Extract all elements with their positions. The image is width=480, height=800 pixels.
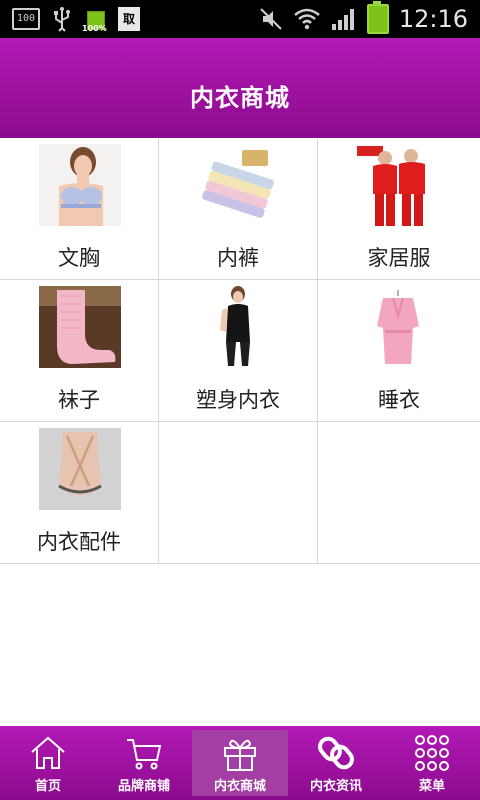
empty-cell: [159, 422, 318, 563]
nav-lingerie-news[interactable]: 内衣资讯: [288, 726, 384, 800]
bottom-nav: 首页 品牌商铺 内衣商城 内衣资讯 菜单: [0, 726, 480, 800]
nav-label: 内衣商城: [213, 779, 266, 794]
usb-icon: [54, 7, 70, 32]
nav-menu[interactable]: 菜单: [384, 726, 480, 800]
category-label: 文胸: [58, 246, 100, 270]
category-socks[interactable]: 袜子: [0, 280, 159, 421]
pajamas-photo-icon: [357, 286, 439, 368]
category-bra[interactable]: 文胸: [0, 138, 159, 279]
clock: 12:16: [398, 5, 468, 33]
nav-home[interactable]: 首页: [0, 726, 96, 800]
category-label: 塑身内衣: [196, 388, 280, 412]
category-panties[interactable]: 内裤: [159, 138, 318, 279]
nav-brand-shops[interactable]: 品牌商铺: [96, 726, 192, 800]
battery-full-icon: 100%: [82, 6, 107, 33]
app-header: 内衣商城: [0, 38, 480, 138]
wifi-icon: [294, 8, 320, 30]
cart-icon: [127, 739, 162, 770]
category-row: 袜子 塑身内衣 睡衣: [0, 280, 480, 422]
bra-photo-icon: [39, 144, 121, 226]
link-icon: [318, 736, 354, 770]
home-icon: [31, 736, 65, 769]
nav-label: 菜单: [418, 779, 445, 794]
nav-lingerie-mall[interactable]: 内衣商城: [192, 730, 288, 796]
category-label: 家居服: [367, 246, 431, 270]
signal-icon: [331, 9, 354, 30]
battery-icon: [366, 1, 389, 34]
nav-label: 内衣资讯: [309, 779, 362, 794]
homewear-photo-icon: [357, 144, 439, 226]
mute-icon: [260, 8, 282, 30]
category-grid: 文胸 内裤 家居服 袜子 塑身内衣 睡衣 内衣配件: [0, 138, 480, 564]
category-label: 袜子: [58, 388, 100, 412]
accessory-photo-icon: [39, 428, 121, 510]
page-title: 内衣商城: [190, 84, 290, 112]
gift-icon: [224, 739, 256, 771]
document-icon: 取: [118, 7, 140, 31]
socks-photo-icon: [39, 286, 121, 368]
category-row: 内衣配件: [0, 422, 480, 564]
nav-label: 首页: [34, 779, 61, 794]
panties-photo-icon: [198, 144, 280, 226]
category-row: 文胸 内裤 家居服: [0, 138, 480, 280]
empty-cell: [318, 422, 480, 563]
category-shapewear[interactable]: 塑身内衣: [159, 280, 318, 421]
notification-badge-icon: 100: [12, 8, 40, 30]
grid-menu-icon: [415, 735, 449, 771]
category-label: 内衣配件: [37, 530, 121, 554]
category-homewear[interactable]: 家居服: [318, 138, 480, 279]
category-accessories[interactable]: 内衣配件: [0, 422, 159, 563]
nav-label: 品牌商铺: [117, 779, 170, 794]
shapewear-photo-icon: [198, 286, 280, 368]
category-pajamas[interactable]: 睡衣: [318, 280, 480, 421]
status-bar: 100 100% 取 12:16: [0, 0, 480, 38]
category-label: 睡衣: [378, 388, 420, 412]
category-label: 内裤: [217, 246, 259, 270]
